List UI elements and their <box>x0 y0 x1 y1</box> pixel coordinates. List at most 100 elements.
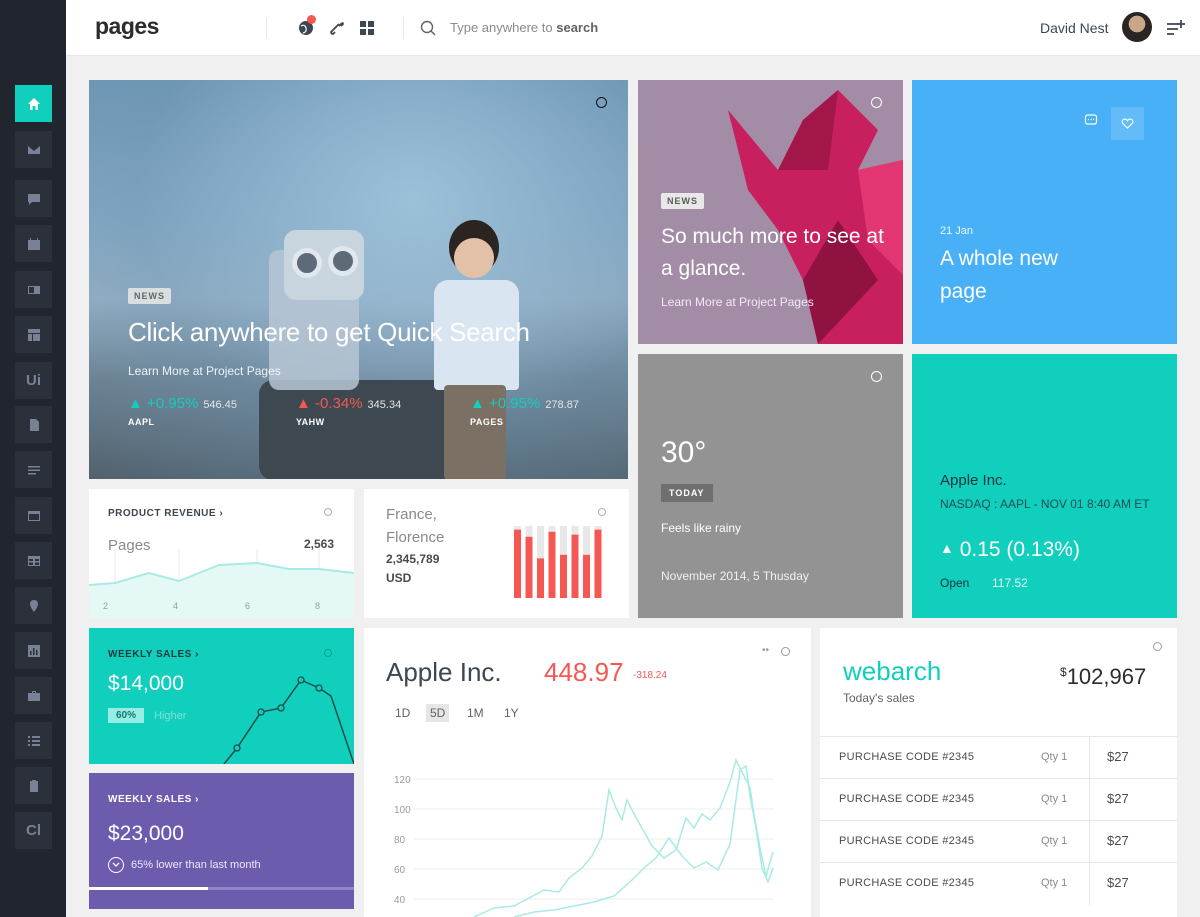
sidebar-item-builder[interactable] <box>15 316 52 353</box>
ticker-value: 546.45 <box>203 399 237 411</box>
table-row[interactable]: PURCHASE CODE #2345 Qty 1 $27 <box>820 862 1177 905</box>
ticker-value: 345.34 <box>367 399 402 411</box>
chart-icon <box>27 644 40 657</box>
table-row[interactable]: PURCHASE CODE #2345 Qty 1 $27 <box>820 820 1177 863</box>
ticker-delta: ▲ +0.95% <box>470 395 541 412</box>
card-refresh-icon[interactable] <box>598 508 606 516</box>
stock-chart-card[interactable]: Apple Inc. 448.97 -318.24 •• 1D 5D 1M 1Y… <box>364 628 811 917</box>
weekly-sales-title[interactable]: WEEKLY SALES › <box>108 794 199 805</box>
location-revenue-card[interactable]: France, Florence 2,345,789 USD <box>364 489 629 618</box>
range-tab-1d[interactable]: 1D <box>391 704 414 722</box>
weather-card[interactable]: 30° TODAY Feels like rainy November 2014… <box>638 354 903 618</box>
card-options-icon[interactable]: •• <box>762 645 769 656</box>
revenue-tick: 4 <box>173 601 179 611</box>
table-row[interactable]: PURCHASE CODE #2345 Qty 1 $27 <box>820 778 1177 821</box>
news-subtitle[interactable]: Learn More at Project Pages <box>661 295 814 309</box>
card-refresh-icon[interactable] <box>871 97 882 108</box>
notifications-button[interactable] <box>297 15 316 37</box>
layout-icon <box>27 285 40 294</box>
robot-eye <box>328 246 358 276</box>
card-refresh-icon[interactable] <box>1153 642 1162 651</box>
hero-subtitle[interactable]: Learn More at Project Pages <box>128 364 281 378</box>
sidebar-item-home[interactable] <box>15 85 52 122</box>
sidebar-item-mail[interactable] <box>15 131 52 168</box>
weekly-sales-percent-badge: 60% <box>108 708 145 723</box>
avatar[interactable] <box>1122 12 1152 42</box>
sidebar: Ui Cl <box>0 0 66 917</box>
today-badge: TODAY <box>661 484 713 502</box>
sidebar-item-window[interactable] <box>15 497 52 534</box>
user-name[interactable]: David Nest <box>1040 20 1108 36</box>
purchase-code: PURCHASE CODE #2345 <box>839 751 975 763</box>
weekly-sales-title[interactable]: WEEKLY SALES › <box>108 649 199 660</box>
sidebar-item-extra[interactable] <box>15 677 52 714</box>
form-icon <box>27 465 40 474</box>
sidebar-item-menu-levels[interactable] <box>15 722 52 759</box>
sidebar-item-changelog[interactable]: Cl <box>15 812 52 849</box>
card-refresh-icon[interactable] <box>781 647 790 656</box>
apps-grid-button[interactable] <box>358 19 376 37</box>
calendar-icon <box>27 237 40 250</box>
stock-delta: ▲ 0.15 (0.13%) <box>940 538 1080 562</box>
bar <box>571 534 579 598</box>
range-tab-1y[interactable]: 1Y <box>500 704 523 722</box>
table-row[interactable]: PURCHASE CODE #2345 Qty 1 $27 <box>820 736 1177 779</box>
bar <box>548 531 556 598</box>
card-refresh-icon[interactable] <box>871 371 882 382</box>
child-image <box>419 220 519 479</box>
sales-summary-card[interactable]: webarch Today's sales $102,967 PURCHASE … <box>820 628 1177 917</box>
blue-feature-card[interactable]: 21 Jan A whole new page <box>912 80 1177 344</box>
purchase-code: PURCHASE CODE #2345 <box>839 793 975 805</box>
search-icon[interactable] <box>420 20 437 37</box>
header-divider <box>266 17 267 39</box>
stock-card[interactable]: Apple Inc. NASDAQ : AAPL - NOV 01 8:40 A… <box>912 354 1177 618</box>
sidebar-item-chat[interactable] <box>15 180 52 217</box>
sidebar-item-tables[interactable] <box>15 542 52 579</box>
news-card[interactable]: NEWS So much more to see at a glance. Le… <box>638 80 903 344</box>
location-value: 2,345,789 <box>386 552 440 566</box>
hero-card[interactable]: NEWS Click anywhere to get Quick Search … <box>89 80 628 479</box>
link-button[interactable] <box>328 19 346 37</box>
window-icon <box>27 510 40 521</box>
sidebar-item-ui[interactable]: Ui <box>15 362 52 399</box>
sidebar-item-calendar[interactable] <box>15 225 52 262</box>
sidebar-item-layout[interactable] <box>15 271 52 308</box>
search-input[interactable]: Type anywhere to search <box>450 20 598 35</box>
sidebar-item-file[interactable] <box>15 406 52 443</box>
card-refresh-icon[interactable] <box>596 97 607 108</box>
news-title: So much more to see at a glance. <box>661 225 884 280</box>
weather-date: November 2014, 5 Thusday <box>661 569 809 583</box>
weekly-sales-progress-fill <box>89 887 209 890</box>
ticker-delta: ▲ -0.34% <box>296 395 363 412</box>
revenue-title[interactable]: PRODUCT REVENUE › <box>108 508 223 519</box>
purchase-qty: Qty 1 <box>1041 835 1068 847</box>
sidebar-item-forms[interactable] <box>15 451 52 488</box>
sidebar-item-docs[interactable] <box>15 767 52 804</box>
home-icon <box>27 97 40 110</box>
weekly-sales-card-purple[interactable]: WEEKLY SALES › $23,000 65% lower than la… <box>89 773 354 909</box>
chevron-down-icon[interactable] <box>108 857 124 873</box>
add-list-icon[interactable] <box>1166 19 1186 37</box>
news-badge: NEWS <box>661 193 704 209</box>
product-revenue-card[interactable]: PRODUCT REVENUE › Pages 2,563 2 4 6 8 <box>89 489 354 618</box>
stock-chart-change: -318.24 <box>633 670 667 681</box>
builder-icon <box>27 328 40 341</box>
comment-icon[interactable] <box>1084 113 1098 127</box>
app-logo[interactable]: pages <box>95 13 159 40</box>
purchase-price: $27 <box>1107 875 1129 890</box>
stock-line-chart: 120 100 80 60 40 <box>394 758 774 917</box>
column-divider <box>1089 863 1090 905</box>
sidebar-item-charts[interactable] <box>15 632 52 669</box>
sidebar-item-maps[interactable] <box>15 587 52 624</box>
card-refresh-icon[interactable] <box>324 649 332 657</box>
range-tab-1m[interactable]: 1M <box>463 704 488 722</box>
like-button[interactable] <box>1111 107 1144 140</box>
range-tab-5d[interactable]: 5D <box>426 704 450 722</box>
y-axis-tick: 120 <box>394 775 411 786</box>
mail-icon <box>27 145 40 154</box>
ticker-yahw: ▲ -0.34% 345.34 YAHW <box>296 395 401 427</box>
purchase-price: $27 <box>1107 791 1129 806</box>
card-refresh-icon[interactable] <box>324 508 332 516</box>
weekly-sales-card-green[interactable]: WEEKLY SALES › $14,000 60% Higher <box>89 628 354 764</box>
location-country: France, <box>386 506 437 523</box>
